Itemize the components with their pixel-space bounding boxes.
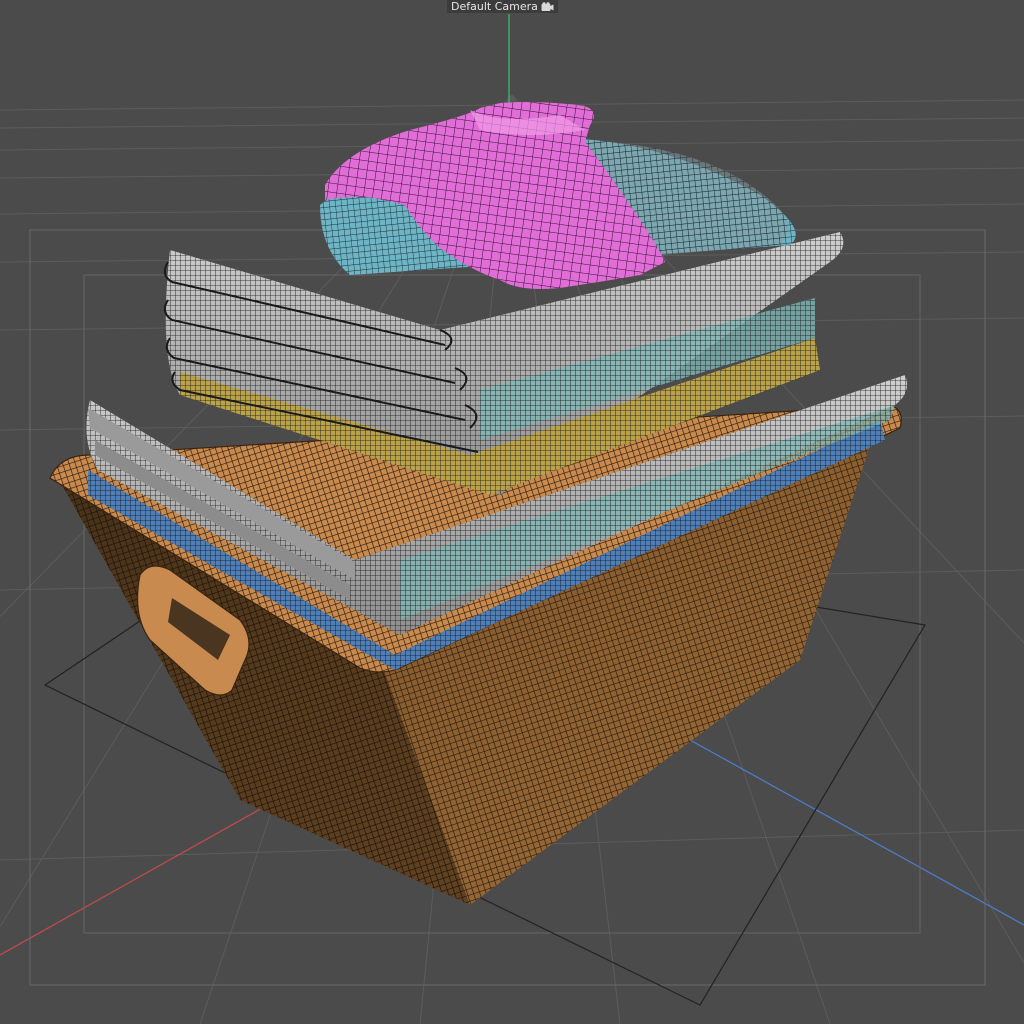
axis-z-line (689, 739, 1024, 926)
camera-menu[interactable]: Default Camera (447, 0, 558, 13)
3d-viewport[interactable]: Default Camera (0, 0, 1024, 1024)
camera-name-label: Default Camera (451, 0, 538, 13)
scene-canvas[interactable] (0, 0, 1024, 1024)
camera-icon (541, 1, 554, 11)
